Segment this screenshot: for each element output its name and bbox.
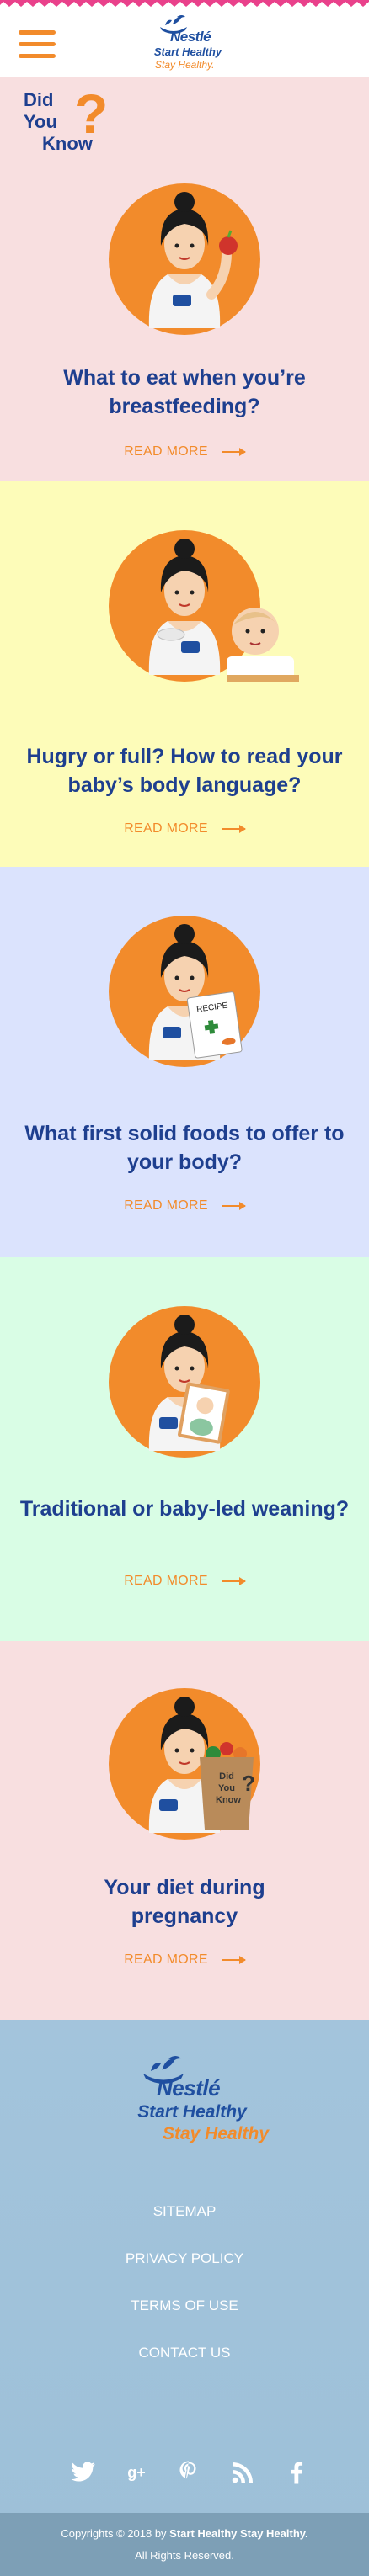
site-footer: Nestlé Start Healthy Stay Healthy SITEMA… [0,2020,369,2576]
read-more-label: READ MORE [124,1574,208,1588]
tagline-start-healthy: Start Healthy [153,45,222,58]
read-more-label: READ MORE [124,1198,208,1213]
menu-bar-icon [19,42,56,46]
tagline-stay-healthy: Stay Healthy. [155,59,215,71]
article-card-body-language: Hugry or full? How to read your baby’s b… [0,481,369,867]
did-you-know-word: You [24,111,57,132]
footer-link-contact-us[interactable]: CONTACT US [0,2329,369,2377]
menu-button[interactable] [19,30,56,59]
read-more-label: READ MORE [124,444,208,459]
bag-word: You [218,1783,235,1793]
header-zigzag-border [0,0,369,7]
did-you-know-badge: Did You Know ? [24,82,116,165]
card-title: Your diet during pregnancy [104,1876,265,1928]
read-more-link[interactable]: READ MORE [0,1952,369,1968]
bag-word: Did [219,1771,234,1782]
bag-word: Know [216,1795,241,1805]
read-more-link[interactable]: READ MORE [0,1574,369,1589]
twitter-icon[interactable] [67,2457,98,2488]
menu-bar-icon [19,30,56,35]
arrow-right-icon [221,824,246,833]
arrow-right-icon [221,1955,246,1964]
footer-link-sitemap[interactable]: SITEMAP [0,2188,369,2235]
mother-with-recipe-book-illustration: RECIPE [109,916,260,1067]
read-more-label: READ MORE [124,821,208,836]
mother-feeding-baby-illustration [109,530,299,682]
footer-nav: SITEMAP PRIVACY POLICY TERMS OF USE CONT… [0,2188,369,2377]
mother-with-grocery-bag-illustration: Did You Know ? [109,1688,260,1840]
read-more-link[interactable]: READ MORE [0,1198,369,1214]
article-card-first-solid-foods: RECIPE What first solid foods to offer t… [0,867,369,1257]
rss-icon[interactable] [227,2457,258,2488]
copyright-prefix: Copyrights © 2018 by [61,2527,170,2540]
brand-name: Nestlé [157,2075,221,2101]
menu-bar-icon [19,54,56,58]
read-more-link[interactable]: READ MORE [0,444,369,459]
footer-brand-logo[interactable]: Nestlé Start Healthy Stay Healthy [101,2053,270,2153]
arrow-right-icon [221,1201,246,1210]
tagline-stay-healthy: Stay Healthy [162,2124,270,2143]
svg-text:?: ? [242,1771,255,1796]
rights-reserved: All Rights Reserved. [135,2549,234,2562]
card-title: What first solid foods to offer to your … [24,1122,345,1174]
pinterest-icon[interactable] [174,2457,204,2488]
footer-link-privacy-policy[interactable]: PRIVACY POLICY [0,2235,369,2282]
card-title: Traditional or baby-led weaning? [19,1497,350,1521]
copyright-line: Copyrights © 2018 by Start Healthy Stay … [0,2527,369,2540]
card-title: Hugry or full? How to read your baby’s b… [26,745,343,797]
question-mark-icon: ? [74,82,109,145]
copyright-bar: Copyrights © 2018 by Start Healthy Stay … [0,2513,369,2576]
footer-link-terms-of-use[interactable]: TERMS OF USE [0,2282,369,2329]
card-title: What to eat when you’re breastfeeding? [63,366,306,418]
mother-with-baby-photo-illustration [109,1306,260,1458]
tagline-start-healthy: Start Healthy [137,2102,247,2122]
article-card-pregnancy-diet: Did You Know ? Your diet during pregnanc… [0,1641,369,2020]
arrow-right-icon [221,447,246,456]
facebook-icon[interactable] [281,2457,312,2488]
arrow-right-icon [221,1576,246,1585]
read-more-label: READ MORE [124,1952,208,1967]
google-plus-icon[interactable]: g+ [121,2457,152,2488]
brand-name: Nestlé [170,29,211,45]
site-header: Nestlé Start Healthy Stay Healthy. [0,0,369,77]
read-more-link[interactable]: READ MORE [0,821,369,837]
brand-logo[interactable]: Nestlé Start Healthy Stay Healthy. [142,13,234,71]
did-you-know-word: Did [24,89,54,110]
copyright-brand: Start Healthy Stay Healthy. [169,2527,308,2540]
social-links: g+ [0,2457,369,2491]
mother-with-apple-illustration [109,183,260,335]
article-card-weaning: Traditional or baby-led weaning? READ MO… [0,1257,369,1641]
article-card-breastfeeding: Did You Know ? What to eat when you’re b… [0,77,369,481]
